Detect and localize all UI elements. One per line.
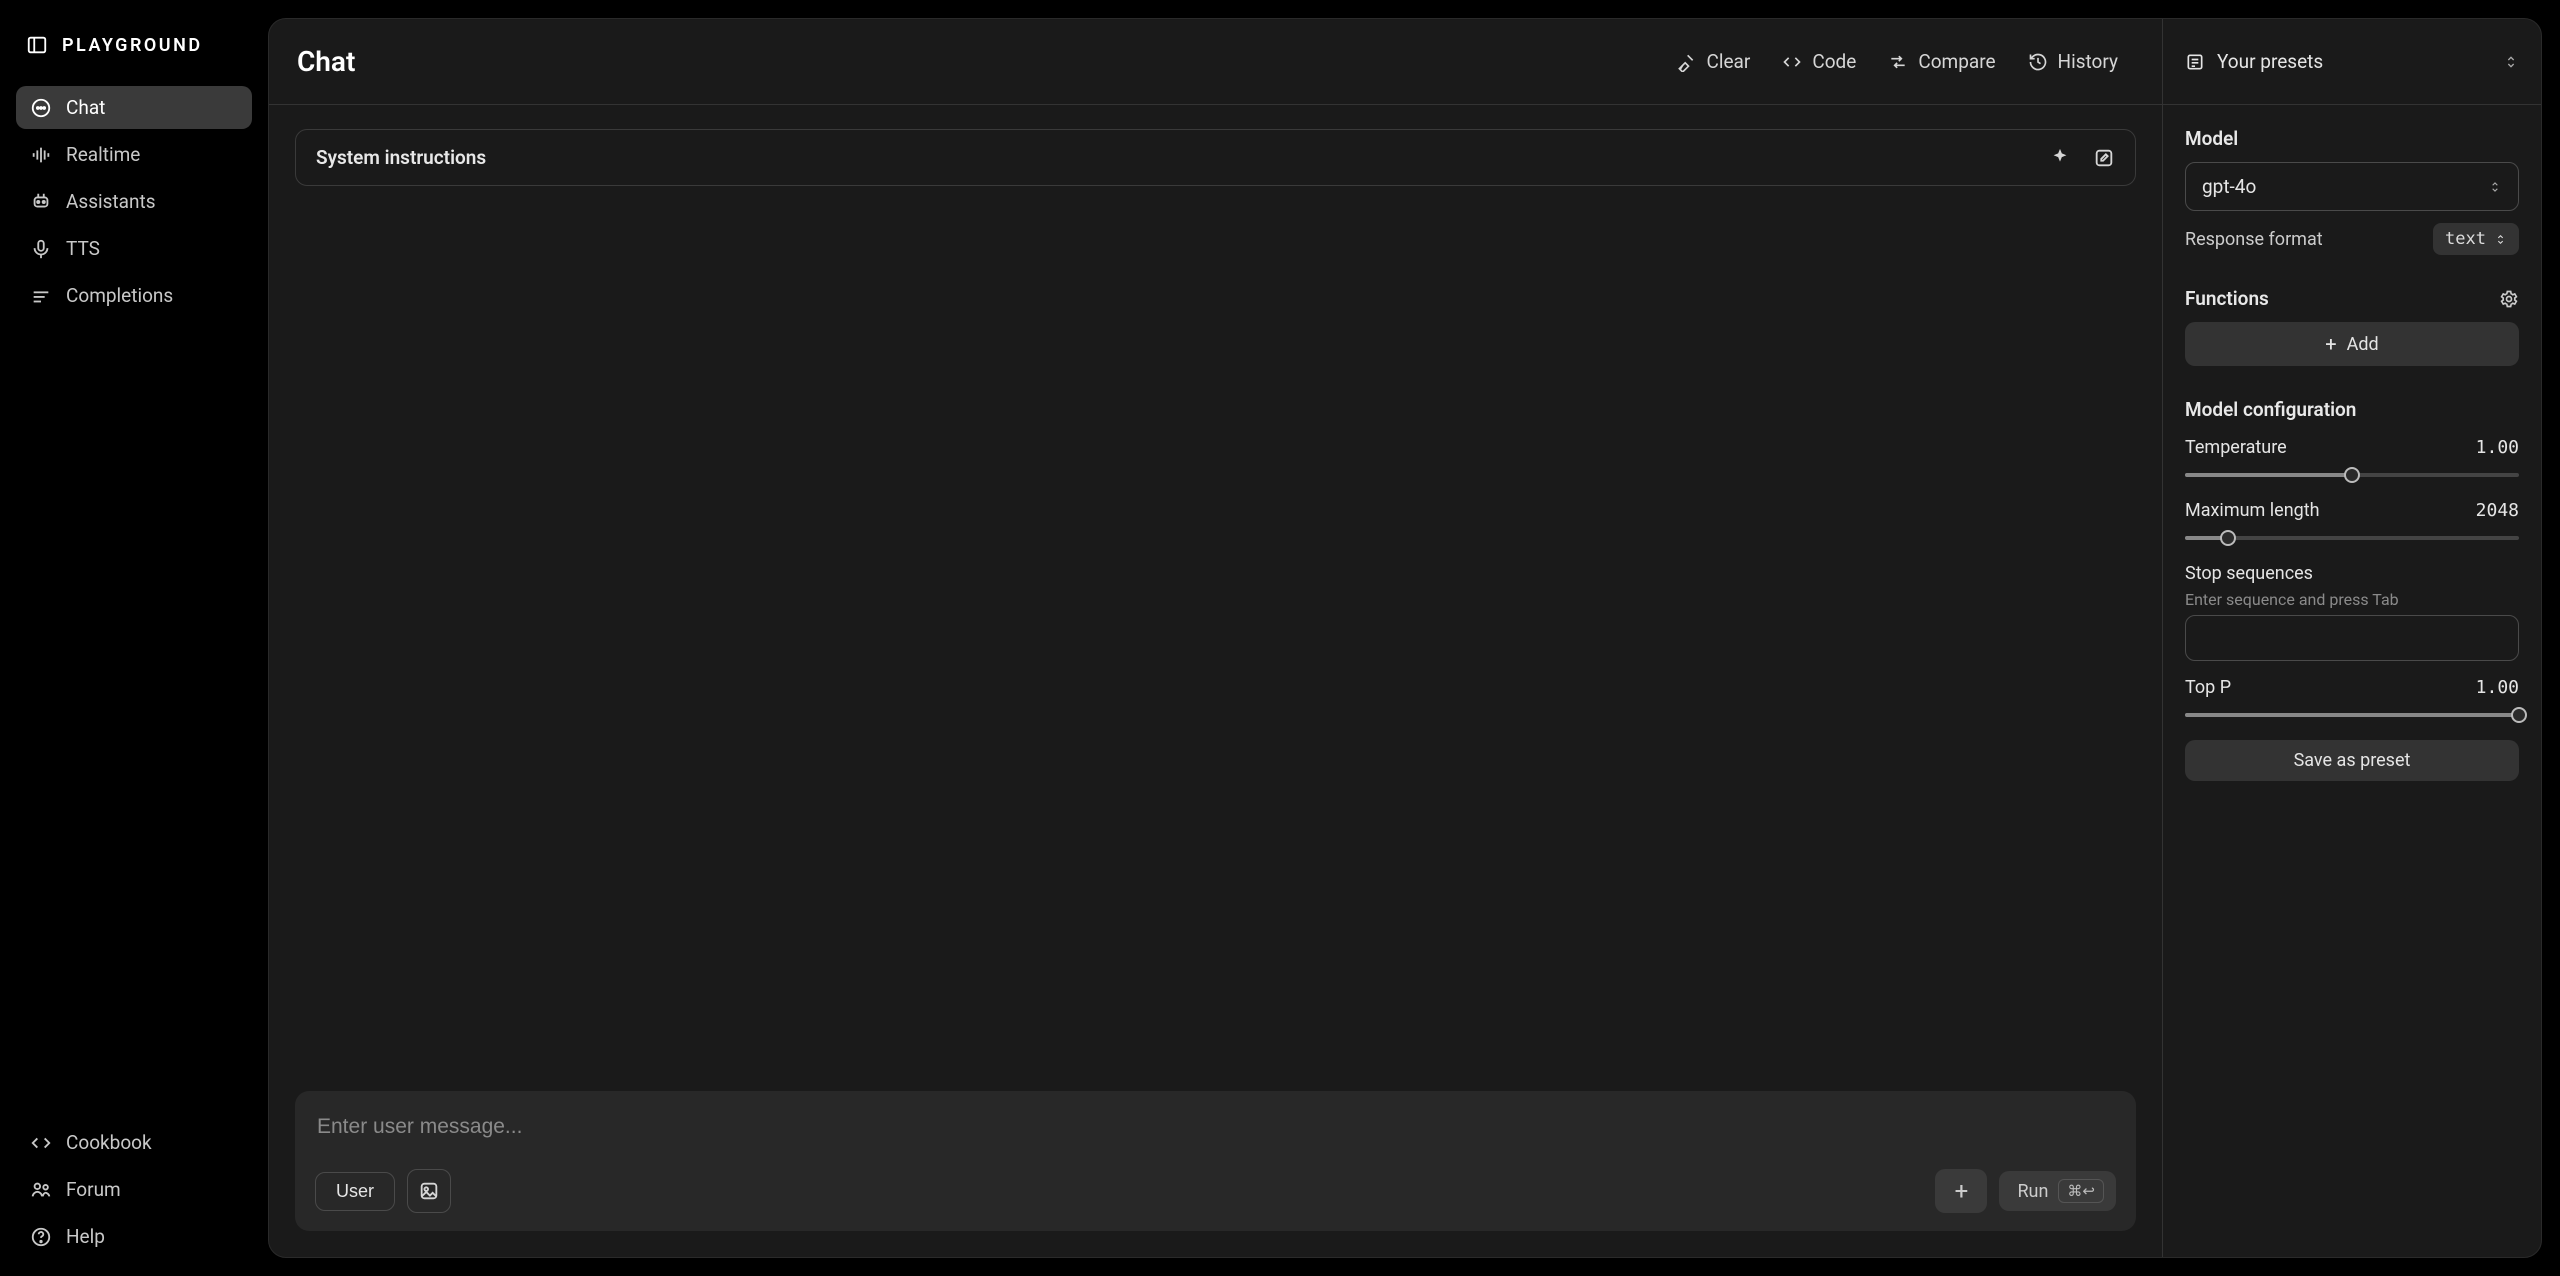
attachment-button[interactable] [407,1169,451,1213]
compare-icon [1888,52,1908,72]
compare-button[interactable]: Compare [1872,40,2011,83]
robot-icon [30,191,52,213]
sidebar-item-label: Chat [66,96,105,119]
plus-icon: + [1955,1177,1969,1205]
composer: User + Run ⌘↩ [295,1091,2136,1231]
settings-column: Your presets Model gpt-4o Res [2163,19,2541,1257]
sidebar: PLAYGROUND Chat Realtime Assistants [0,0,268,1276]
main-panel: Chat Clear Code [268,18,2542,1258]
sidebar-item-label: Forum [66,1178,121,1201]
page-title: Chat [297,45,355,78]
sidebar-item-tts[interactable]: TTS [16,227,252,270]
role-selector[interactable]: User [315,1172,395,1211]
add-function-label: Add [2347,334,2379,355]
brand-text: PLAYGROUND [62,35,203,56]
save-preset-label: Save as preset [2294,750,2411,771]
sidebar-item-cookbook[interactable]: Cookbook [16,1121,252,1164]
clear-button[interactable]: Clear [1660,40,1766,83]
functions-section-label: Functions [2185,287,2269,310]
sidebar-item-help[interactable]: Help [16,1215,252,1258]
clear-label: Clear [1706,50,1750,73]
sidebar-item-completions[interactable]: Completions [16,274,252,317]
history-icon [2028,52,2048,72]
chat-icon [30,97,52,119]
help-icon [30,1226,52,1248]
presets-label: Your presets [2217,50,2323,73]
sidebar-item-chat[interactable]: Chat [16,86,252,129]
sparkle-button[interactable] [2049,147,2071,169]
system-instructions-label: System instructions [316,146,486,169]
sidebar-item-label: Help [66,1225,105,1248]
temperature-slider[interactable] [2185,466,2519,484]
stop-hint: Enter sequence and press Tab [2185,590,2519,609]
model-section-label: Model [2185,127,2519,150]
maxlen-value: 2048 [2476,500,2519,521]
sidebar-item-label: Completions [66,284,173,307]
maxlen-slider[interactable] [2185,529,2519,547]
stop-label: Stop sequences [2185,563,2519,584]
broom-icon [1676,52,1696,72]
sidebar-item-label: TTS [66,237,100,260]
microphone-icon [30,238,52,260]
add-button[interactable]: + [1935,1169,1987,1213]
code-icon [30,1132,52,1154]
model-select[interactable]: gpt-4o [2185,162,2519,211]
stop-sequences-input[interactable] [2185,615,2519,661]
preset-icon [2185,52,2205,72]
functions-settings-button[interactable] [2499,289,2519,309]
code-button[interactable]: Code [1766,40,1872,83]
history-label: History [2058,50,2118,73]
sidebar-item-forum[interactable]: Forum [16,1168,252,1211]
chat-header: Chat Clear Code [269,19,2162,105]
run-shortcut: ⌘↩ [2058,1179,2104,1203]
chat-column: Chat Clear Code [269,19,2163,1257]
sidebar-item-label: Assistants [66,190,156,213]
config-section-label: Model configuration [2185,398,2519,421]
response-format-value: text [2445,229,2486,249]
maxlen-label: Maximum length [2185,500,2320,521]
brand[interactable]: PLAYGROUND [16,18,252,86]
nav-bottom: Cookbook Forum Help [16,1121,252,1258]
sidebar-toggle-icon [26,34,48,56]
message-input[interactable] [315,1109,2116,1151]
plus-icon: + [2325,332,2336,356]
chevrons-updown-icon[interactable] [2503,54,2519,70]
compare-label: Compare [1918,50,1995,73]
people-icon [30,1179,52,1201]
sidebar-item-assistants[interactable]: Assistants [16,180,252,223]
sidebar-item-label: Realtime [66,143,140,166]
add-function-button[interactable]: + Add [2185,322,2519,366]
save-preset-button[interactable]: Save as preset [2185,740,2519,781]
model-value: gpt-4o [2202,175,2256,198]
response-format-label: Response format [2185,229,2323,250]
topp-label: Top P [2185,677,2231,698]
history-button[interactable]: History [2012,40,2134,83]
edit-button[interactable] [2093,147,2115,169]
sidebar-item-label: Cookbook [66,1131,152,1154]
temperature-label: Temperature [2185,437,2287,458]
sidebar-item-realtime[interactable]: Realtime [16,133,252,176]
waveform-icon [30,144,52,166]
run-button[interactable]: Run ⌘↩ [1999,1171,2116,1211]
nav-top: Chat Realtime Assistants TTS [16,86,252,317]
topp-slider[interactable] [2185,706,2519,724]
chat-body: System instructions [269,105,2162,1091]
lines-icon [30,285,52,307]
system-instructions-row[interactable]: System instructions [295,129,2136,186]
code-label: Code [1812,50,1856,73]
chevrons-updown-icon [2488,180,2502,194]
code-icon [1782,52,1802,72]
presets-header[interactable]: Your presets [2163,19,2541,105]
run-label: Run [2017,1181,2048,1202]
temperature-value: 1.00 [2476,437,2519,458]
response-format-select[interactable]: text [2433,223,2519,255]
topp-value: 1.00 [2476,677,2519,698]
